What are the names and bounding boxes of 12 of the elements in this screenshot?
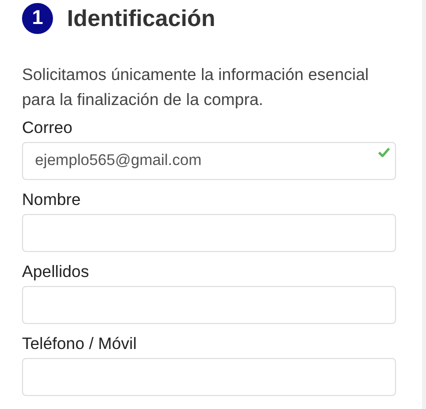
- input-field[interactable]: [22, 214, 396, 252]
- field-label: Teléfono / Móvil: [22, 335, 138, 353]
- field-label: Nombre: [22, 191, 82, 209]
- section-title: Identificación: [67, 5, 216, 32]
- input-field[interactable]: [22, 286, 396, 324]
- field-label: Correo: [22, 119, 74, 137]
- field-label: Apellidos: [22, 263, 90, 281]
- step-number-badge: 1: [22, 3, 53, 34]
- checkmark-icon: [378, 147, 390, 157]
- description-text: Solicitamos únicamente la información esencial para la finalización de la compra.: [22, 65, 370, 111]
- input-field[interactable]: ejemplo565@gmail.com: [22, 142, 396, 180]
- input-field[interactable]: [22, 358, 396, 396]
